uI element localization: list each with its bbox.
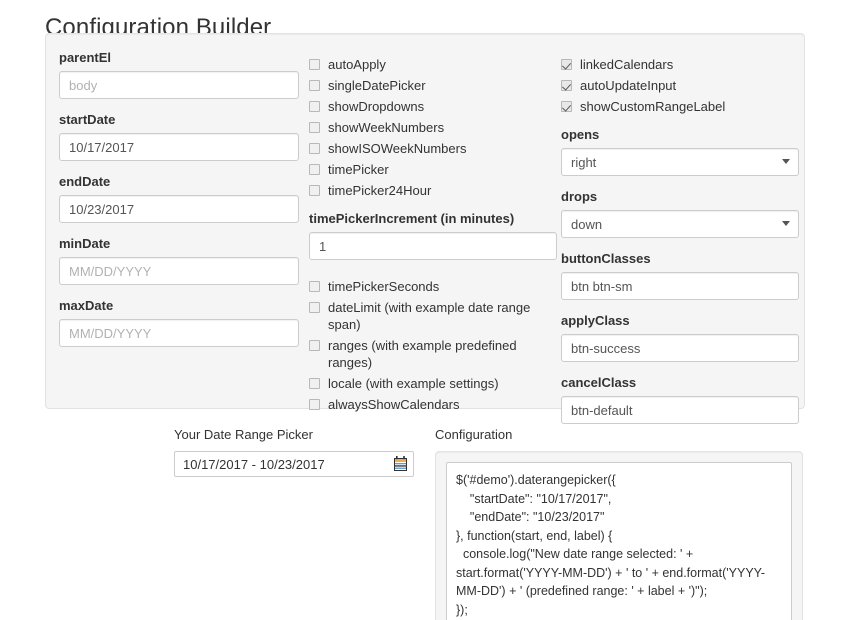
checkbox-label-dateLimit: dateLimit (with example date range span)	[328, 300, 530, 332]
checkbox-label-showCustomRangeLabel: showCustomRangeLabel	[580, 99, 725, 114]
input-startDate[interactable]	[59, 133, 299, 161]
checkbox-ranges[interactable]	[309, 340, 320, 351]
checkbox-label-ranges: ranges (with example predefined ranges)	[328, 338, 517, 370]
field-group-timePickerIncrement: timePickerIncrement (in minutes)	[309, 211, 557, 260]
checkbox-showDropdowns[interactable]	[309, 101, 320, 112]
page-root: Configuration Builder parentEl startDate…	[0, 0, 844, 620]
input-cancelClass[interactable]	[561, 396, 799, 424]
checkbox-alwaysShowCalendars[interactable]	[309, 399, 320, 410]
checkbox-row-showWeekNumbers[interactable]: showWeekNumbers	[309, 119, 557, 136]
checkbox-label-timePicker: timePicker	[328, 162, 389, 177]
select-wrap-opens[interactable]: right	[561, 148, 799, 176]
checkbox-autoUpdateInput[interactable]	[561, 80, 572, 91]
checkbox-label-locale: locale (with example settings)	[328, 376, 499, 391]
demo-picker-block: Your Date Range Picker	[174, 426, 414, 477]
label-endDate: endDate	[59, 174, 299, 190]
field-group-startDate: startDate	[59, 112, 299, 161]
checkbox-showWeekNumbers[interactable]	[309, 122, 320, 133]
checkbox-dateLimit[interactable]	[309, 302, 320, 313]
checkbox-row-linkedCalendars[interactable]: linkedCalendars	[561, 56, 799, 73]
checkbox-row-showISOWeekNumbers[interactable]: showISOWeekNumbers	[309, 140, 557, 157]
label-startDate: startDate	[59, 112, 299, 128]
checkbox-singleDatePicker[interactable]	[309, 80, 320, 91]
checkbox-linkedCalendars[interactable]	[561, 59, 572, 70]
configuration-output-block: Configuration $('#demo').daterangepicker…	[435, 426, 803, 620]
checkbox-label-autoApply: autoApply	[328, 57, 386, 72]
checkbox-timePickerSeconds[interactable]	[309, 281, 320, 292]
field-group-parentEl: parentEl	[59, 50, 299, 99]
right-column: linkedCalendars autoUpdateInput showCust…	[561, 34, 799, 437]
checkbox-autoApply[interactable]	[309, 59, 320, 70]
label-opens: opens	[561, 127, 799, 143]
label-timePickerIncrement: timePickerIncrement (in minutes)	[309, 211, 557, 227]
field-group-buttonClasses: buttonClasses	[561, 251, 799, 300]
checkbox-row-autoUpdateInput[interactable]: autoUpdateInput	[561, 77, 799, 94]
checkbox-timePicker[interactable]	[309, 164, 320, 175]
checkbox-locale[interactable]	[309, 378, 320, 389]
checkbox-label-linkedCalendars: linkedCalendars	[580, 57, 673, 72]
field-group-minDate: minDate	[59, 236, 299, 285]
input-buttonClasses[interactable]	[561, 272, 799, 300]
checkbox-row-dateLimit[interactable]: dateLimit (with example date range span)	[309, 299, 557, 333]
configuration-output-panel: $('#demo').daterangepicker({ "startDate"…	[435, 451, 803, 620]
label-parentEl: parentEl	[59, 50, 299, 66]
input-endDate[interactable]	[59, 195, 299, 223]
label-cancelClass: cancelClass	[561, 375, 799, 391]
checkbox-label-autoUpdateInput: autoUpdateInput	[580, 78, 676, 93]
checkbox-row-autoApply[interactable]: autoApply	[309, 56, 557, 73]
checkbox-label-timePickerSeconds: timePickerSeconds	[328, 279, 439, 294]
demo-picker-input-wrap[interactable]	[174, 451, 414, 477]
input-parentEl[interactable]	[59, 71, 299, 99]
checkbox-showISOWeekNumbers[interactable]	[309, 143, 320, 154]
checkbox-label-showISOWeekNumbers: showISOWeekNumbers	[328, 141, 466, 156]
checkbox-row-singleDatePicker[interactable]: singleDatePicker	[309, 77, 557, 94]
checkbox-row-timePicker[interactable]: timePicker	[309, 161, 557, 178]
checkbox-showCustomRangeLabel[interactable]	[561, 101, 572, 112]
demo-date-range-input[interactable]	[174, 451, 414, 477]
configuration-code-textarea[interactable]: $('#demo').daterangepicker({ "startDate"…	[446, 462, 792, 620]
label-buttonClasses: buttonClasses	[561, 251, 799, 267]
select-wrap-drops[interactable]: down	[561, 210, 799, 238]
checkbox-label-alwaysShowCalendars: alwaysShowCalendars	[328, 397, 460, 412]
label-minDate: minDate	[59, 236, 299, 252]
configuration-output-title: Configuration	[435, 426, 803, 444]
checkbox-timePicker24Hour[interactable]	[309, 185, 320, 196]
checkbox-label-showWeekNumbers: showWeekNumbers	[328, 120, 444, 135]
checkbox-label-timePicker24Hour: timePicker24Hour	[328, 183, 431, 198]
checkbox-row-showDropdowns[interactable]: showDropdowns	[309, 98, 557, 115]
select-drops[interactable]: down	[561, 210, 799, 238]
input-minDate[interactable]	[59, 257, 299, 285]
input-maxDate[interactable]	[59, 319, 299, 347]
input-applyClass[interactable]	[561, 334, 799, 362]
field-group-maxDate: maxDate	[59, 298, 299, 347]
configuration-builder-panel: parentEl startDate endDate minDate maxDa…	[45, 33, 805, 409]
field-group-endDate: endDate	[59, 174, 299, 223]
middle-column: autoApply singleDatePicker showDropdowns…	[309, 34, 557, 417]
label-maxDate: maxDate	[59, 298, 299, 314]
checkbox-row-locale[interactable]: locale (with example settings)	[309, 375, 557, 392]
field-group-drops: drops down	[561, 189, 799, 238]
checkbox-row-alwaysShowCalendars[interactable]: alwaysShowCalendars	[309, 396, 557, 413]
select-opens[interactable]: right	[561, 148, 799, 176]
checkbox-row-ranges[interactable]: ranges (with example predefined ranges)	[309, 337, 557, 371]
checkbox-label-showDropdowns: showDropdowns	[328, 99, 424, 114]
checkbox-row-timePickerSeconds[interactable]: timePickerSeconds	[309, 278, 557, 295]
demo-picker-title: Your Date Range Picker	[174, 426, 414, 444]
field-group-cancelClass: cancelClass	[561, 375, 799, 424]
checkbox-row-showCustomRangeLabel[interactable]: showCustomRangeLabel	[561, 98, 799, 115]
label-drops: drops	[561, 189, 799, 205]
left-column: parentEl startDate endDate minDate maxDa…	[59, 34, 299, 360]
input-timePickerIncrement[interactable]	[309, 232, 557, 260]
checkbox-row-timePicker24Hour[interactable]: timePicker24Hour	[309, 182, 557, 199]
label-applyClass: applyClass	[561, 313, 799, 329]
checkbox-label-singleDatePicker: singleDatePicker	[328, 78, 426, 93]
field-group-applyClass: applyClass	[561, 313, 799, 362]
field-group-opens: opens right	[561, 127, 799, 176]
